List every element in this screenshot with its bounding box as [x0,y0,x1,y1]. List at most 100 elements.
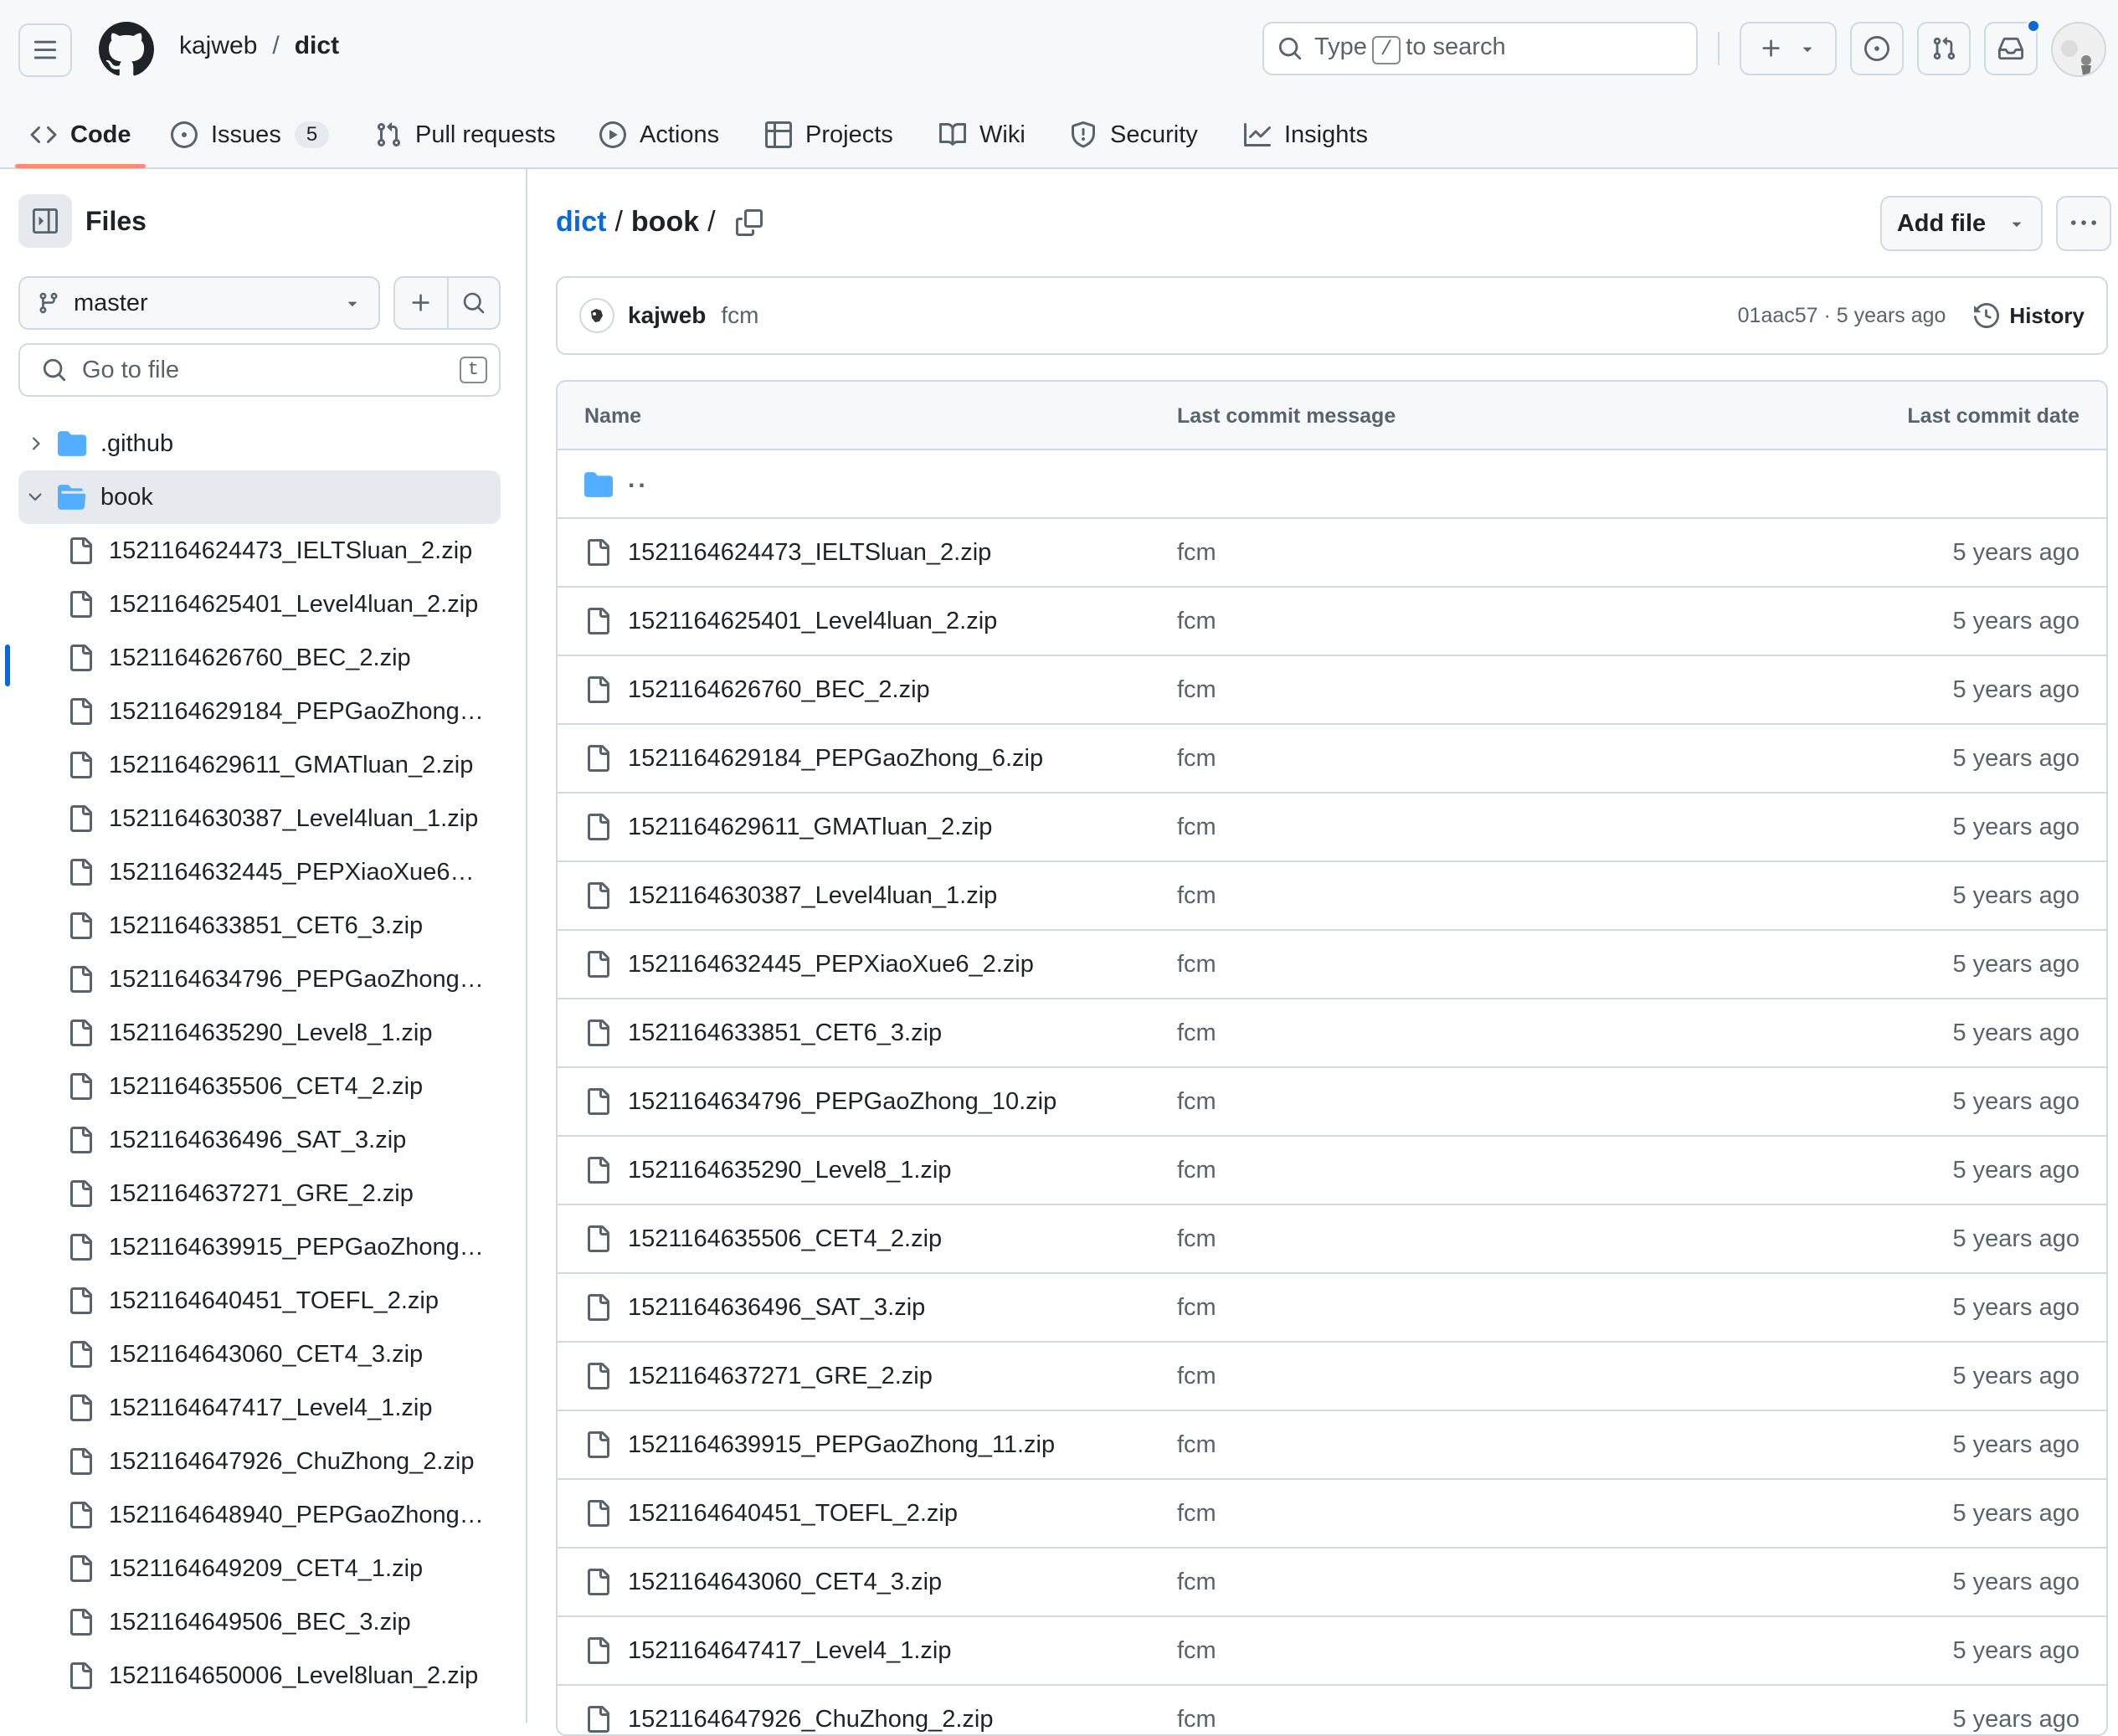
tree-file-item[interactable]: 1521164647417_Level4_1.zip [67,1381,494,1435]
commit-message-link[interactable]: fcm [1177,1225,1216,1253]
tree-file-item[interactable]: 1521164648940_PEPGaoZhong_... [67,1488,494,1542]
table-row[interactable]: 1521164633851_CET6_3.zip fcm 5 years ago [558,999,2106,1068]
commit-message-link[interactable]: fcm [1177,608,1216,635]
table-row[interactable]: 1521164626760_BEC_2.zip fcm 5 years ago [558,656,2106,725]
file-name-link[interactable]: 1521164632445_PEPXiaoXue6_2.zip [628,951,1034,978]
tree-file-item[interactable]: 1521164643060_CET4_3.zip [67,1328,494,1381]
file-name-link[interactable]: 1521164635506_CET4_2.zip [628,1225,942,1253]
file-name-link[interactable]: 1521164624473_IELTSluan_2.zip [628,539,991,567]
table-row[interactable]: 1521164647417_Level4_1.zip fcm 5 years ago [558,1617,2106,1686]
tree-file-item[interactable]: 1521164630387_Level4luan_1.zip [67,792,494,845]
add-file-button[interactable]: Add file [1880,196,2043,251]
commit-sha-time[interactable]: 01aac57 · 5 years ago [1738,304,1946,328]
tree-file-item[interactable]: 1521164640451_TOEFL_2.zip [67,1274,494,1328]
tree-file-item[interactable]: 1521164647926_ChuZhong_2.zip [67,1435,494,1488]
tab-issues[interactable]: Issues 5 [171,112,330,157]
user-avatar[interactable] [2051,22,2106,77]
tree-file-item[interactable]: 1521164629611_GMATluan_2.zip [67,738,494,792]
table-row[interactable]: 1521164640451_TOEFL_2.zip fcm 5 years ago [558,1480,2106,1549]
search-tree-button[interactable] [446,278,499,328]
tree-file-item[interactable]: 1521164632445_PEPXiaoXue6_2.zip [67,845,494,899]
file-name-link[interactable]: 1521164625401_Level4luan_2.zip [628,608,997,635]
commit-message-link[interactable]: fcm [1177,882,1216,910]
file-name-link[interactable]: 1521164643060_CET4_3.zip [628,1569,942,1596]
tree-file-item[interactable]: 1521164636496_SAT_3.zip [67,1113,494,1167]
commit-message-link[interactable]: fcm [1177,745,1216,773]
commit-message-link[interactable]: fcm [1177,1500,1216,1528]
menu-button[interactable] [18,23,72,77]
tree-file-item[interactable]: 1521164649209_CET4_1.zip [67,1542,494,1595]
file-name-link[interactable]: 1521164634796_PEPGaoZhong_10.zip [628,1088,1056,1116]
tab-security[interactable]: Security [1070,112,1198,157]
collapse-sidebar-button[interactable] [18,194,72,248]
commit-message-link[interactable]: fcm [1177,1706,1216,1733]
commit-message-link[interactable]: fcm [1177,1569,1216,1596]
table-row[interactable]: 1521164624473_IELTSluan_2.zip fcm 5 years … [558,519,2106,588]
file-name-link[interactable]: 1521164647417_Level4_1.zip [628,1637,952,1665]
commit-author-avatar[interactable] [579,298,614,333]
repo-link[interactable]: dict [295,32,339,60]
table-row[interactable]: 1521164643060_CET4_3.zip fcm 5 years ago [558,1549,2106,1617]
table-row[interactable]: 1521164639915_PEPGaoZhong_11.zip fcm 5 yea… [558,1411,2106,1480]
table-row[interactable]: 1521164625401_Level4luan_2.zip fcm 5 years… [558,588,2106,656]
tree-file-item[interactable]: 1521164635290_Level8_1.zip [67,1006,494,1060]
commit-message-link[interactable]: fcm [1177,1431,1216,1459]
table-row[interactable]: 1521164632445_PEPXiaoXue6_2.zip fcm 5 year… [558,931,2106,999]
table-row[interactable]: 1521164634796_PEPGaoZhong_10.zip fcm 5 yea… [558,1068,2106,1137]
file-name-link[interactable]: 1521164633851_CET6_3.zip [628,1020,942,1047]
branch-selector[interactable]: master [18,276,380,330]
commit-message-link[interactable]: fcm [1177,951,1216,978]
tab-code[interactable]: Code [30,112,131,157]
table-row[interactable]: 1521164647926_ChuZhong_2.zip fcm 5 years a… [558,1686,2106,1734]
parent-directory-row[interactable]: .. [558,450,2106,519]
tree-file-item[interactable]: 1521164637271_GRE_2.zip [67,1167,494,1220]
tree-file-item[interactable]: 1521164629184_PEPGaoZhong_6.zip [67,685,494,738]
commit-message-link[interactable]: fcm [1177,539,1216,567]
tab-pull-requests[interactable]: Pull requests [375,112,556,157]
file-name-link[interactable]: 1521164635290_Level8_1.zip [628,1157,952,1184]
tab-actions[interactable]: Actions [599,112,719,157]
tree-file-item[interactable]: 1521164649506_BEC_3.zip [67,1595,494,1649]
tab-wiki[interactable]: Wiki [939,112,1026,157]
tree-folder-book[interactable]: book [18,470,501,524]
tree-file-item[interactable]: 1521164635506_CET4_2.zip [67,1060,494,1113]
search-input[interactable]: Type / to search [1262,22,1698,75]
file-name-link[interactable]: 1521164629611_GMATluan_2.zip [628,814,992,841]
file-name-link[interactable]: 1521164630387_Level4luan_1.zip [628,882,997,910]
tab-projects[interactable]: Projects [765,112,893,157]
tree-file-item[interactable]: 1521164626760_BEC_2.zip [67,631,494,685]
tree-file-item[interactable]: 1521164639915_PEPGaoZhong_11.zip [67,1220,494,1274]
table-row[interactable]: 1521164635506_CET4_2.zip fcm 5 years ago [558,1205,2106,1274]
table-row[interactable]: 1521164636496_SAT_3.zip fcm 5 years ago [558,1274,2106,1343]
tree-file-item[interactable]: 1521164634796_PEPGaoZhong_10.zip [67,953,494,1006]
tree-folder-github[interactable]: .github [18,417,501,470]
file-name-link[interactable]: 1521164647926_ChuZhong_2.zip [628,1706,993,1733]
commit-message-link[interactable]: fcm [1177,814,1216,841]
go-to-file-input[interactable]: Go to file t [18,343,501,397]
table-row[interactable]: 1521164637271_GRE_2.zip fcm 5 years ago [558,1343,2106,1411]
create-new-button[interactable] [1740,22,1837,75]
commit-message-link[interactable]: fcm [1177,1020,1216,1047]
tree-file-item[interactable]: 1521164633851_CET6_3.zip [67,899,494,953]
commit-message-link[interactable]: fcm [1177,1363,1216,1390]
github-logo-icon[interactable] [99,22,154,77]
more-options-button[interactable] [2056,196,2111,251]
commit-message-link[interactable]: fcm [1177,1637,1216,1665]
add-file-tree-button[interactable] [395,278,447,328]
file-name-link[interactable]: 1521164636496_SAT_3.zip [628,1294,925,1322]
tree-file-item[interactable]: 1521164625401_Level4luan_2.zip [67,578,494,631]
tree-file-item[interactable]: 1521164650006_Level8luan_2.zip [67,1649,494,1703]
commit-author[interactable]: kajweb [628,302,706,329]
pull-requests-button[interactable] [1917,22,1971,75]
copy-path-button[interactable] [735,208,763,236]
table-row[interactable]: 1521164629184_PEPGaoZhong_6.zip fcm 5 year… [558,725,2106,794]
path-repo-link[interactable]: dict [556,206,606,239]
file-name-link[interactable]: 1521164639915_PEPGaoZhong_11.zip [628,1431,1055,1459]
history-button[interactable]: History [1974,303,2085,329]
file-name-link[interactable]: 1521164637271_GRE_2.zip [628,1363,933,1390]
file-name-link[interactable]: 1521164626760_BEC_2.zip [628,676,930,704]
commit-message-link[interactable]: fcm [1177,1294,1216,1322]
file-name-link[interactable]: 1521164640451_TOEFL_2.zip [628,1500,958,1528]
table-row[interactable]: 1521164630387_Level4luan_1.zip fcm 5 years… [558,862,2106,931]
tree-file-item[interactable]: 1521164624473_IELTSluan_2.zip [67,524,494,578]
